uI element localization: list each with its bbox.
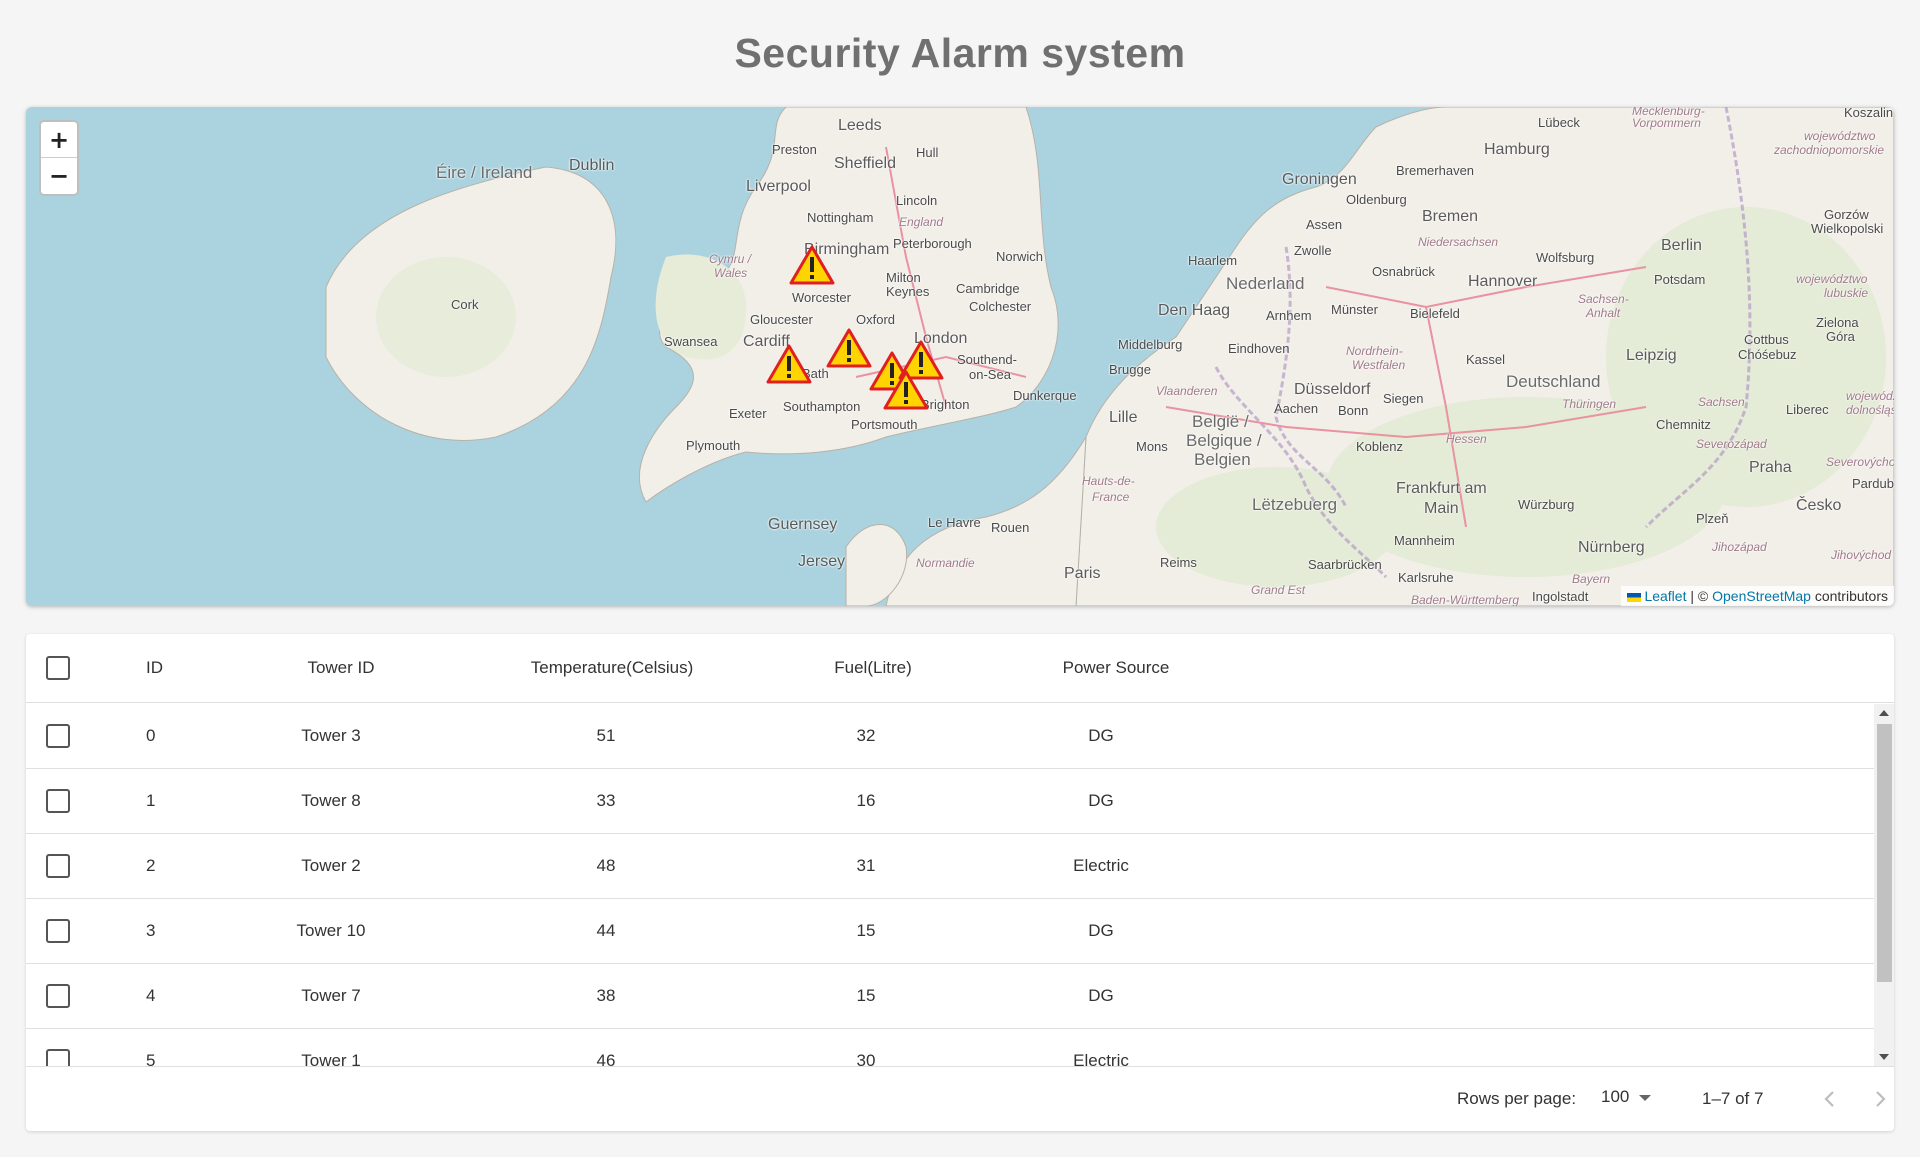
cell-id: 4 xyxy=(146,986,156,1005)
cell-id: 2 xyxy=(146,856,156,875)
zoom-out-button[interactable]: − xyxy=(41,158,77,194)
table-body[interactable]: 0 Tower 3 51 32 DG 1 Tower 8 33 16 DG 2 … xyxy=(26,704,1874,1066)
header-tower-id[interactable]: Tower ID xyxy=(266,634,416,702)
rows-per-page-label: Rows per page: xyxy=(1457,1089,1577,1108)
caret-down-icon xyxy=(1639,1094,1652,1101)
table-row[interactable]: 3 Tower 10 44 15 DG xyxy=(26,899,1874,964)
openstreetmap-link[interactable]: OpenStreetMap xyxy=(1712,588,1811,604)
cell-temperature: 38 xyxy=(596,986,616,1005)
cell-tower-id: Tower 2 xyxy=(301,856,361,875)
table-row[interactable]: 4 Tower 7 38 15 DG xyxy=(26,964,1874,1029)
header-power-source[interactable]: Power Source xyxy=(1016,634,1216,702)
alarm-map[interactable]: Leeds Dublin Éire / Ireland Preston Shef… xyxy=(26,107,1894,606)
row-checkbox[interactable] xyxy=(46,789,70,813)
attribution-contributors: contributors xyxy=(1810,588,1888,604)
cell-fuel: 15 xyxy=(856,986,876,1005)
row-checkbox[interactable] xyxy=(46,854,70,878)
rows-per-page-select[interactable]: 100 xyxy=(1601,1087,1652,1107)
chevron-right-icon[interactable] xyxy=(1866,1085,1894,1113)
cell-temperature: 44 xyxy=(596,921,616,940)
row-checkbox[interactable] xyxy=(46,984,70,1008)
scrollbar-thumb[interactable] xyxy=(1877,724,1892,982)
warning-triangle-icon[interactable] xyxy=(789,244,835,286)
cell-power-source: Electric xyxy=(1073,856,1129,875)
alarm-table: ID Tower ID Temperature(Celsius) Fuel(Li… xyxy=(26,634,1894,1131)
cell-id: 1 xyxy=(146,791,156,810)
cell-temperature: 48 xyxy=(596,856,616,875)
cell-tower-id: Tower 10 xyxy=(296,921,366,940)
cell-power-source: Electric xyxy=(1073,1051,1129,1066)
page-info: 1–7 of 7 xyxy=(1702,1089,1764,1108)
table-scrollbar[interactable] xyxy=(1874,704,1894,1066)
table-pagination: Rows per page: 100 1–7 of 7 xyxy=(26,1066,1894,1131)
zoom-control: + − xyxy=(39,120,79,196)
cell-power-source: DG xyxy=(1088,726,1114,745)
cell-temperature: 51 xyxy=(596,726,616,745)
table-row[interactable]: 2 Tower 2 48 31 Electric xyxy=(26,834,1874,899)
scroll-down-arrow-icon[interactable] xyxy=(1879,1054,1889,1060)
ukraine-flag-icon xyxy=(1627,592,1642,602)
cell-power-source: DG xyxy=(1088,791,1114,810)
cell-power-source: DG xyxy=(1088,986,1114,1005)
leaflet-link[interactable]: Leaflet xyxy=(1644,588,1686,604)
cell-tower-id: Tower 7 xyxy=(301,986,361,1005)
cell-fuel: 16 xyxy=(856,791,876,810)
cell-temperature: 46 xyxy=(596,1051,616,1066)
attribution-separator: | © xyxy=(1686,588,1713,604)
row-checkbox[interactable] xyxy=(46,724,70,748)
cell-id: 5 xyxy=(146,1051,156,1066)
table-row[interactable]: 5 Tower 1 46 30 Electric xyxy=(26,1029,1874,1066)
cell-tower-id: Tower 3 xyxy=(301,726,361,745)
map-attribution: Leaflet | © OpenStreetMap contributors xyxy=(1621,586,1894,606)
table-row[interactable]: 0 Tower 3 51 32 DG xyxy=(26,704,1874,769)
cell-temperature: 33 xyxy=(596,791,616,810)
cell-fuel: 31 xyxy=(856,856,876,875)
cell-fuel: 32 xyxy=(856,726,876,745)
cell-tower-id: Tower 8 xyxy=(301,791,361,810)
cell-power-source: DG xyxy=(1088,921,1114,940)
header-temperature[interactable]: Temperature(Celsius) xyxy=(492,634,732,702)
select-all-checkbox[interactable] xyxy=(46,656,70,680)
header-fuel[interactable]: Fuel(Litre) xyxy=(773,634,973,702)
cell-id: 3 xyxy=(146,921,156,940)
table-header: ID Tower ID Temperature(Celsius) Fuel(Li… xyxy=(26,634,1894,703)
rows-per-page-value: 100 xyxy=(1601,1087,1630,1106)
cell-fuel: 30 xyxy=(856,1051,876,1066)
cell-fuel: 15 xyxy=(856,921,876,940)
zoom-in-button[interactable]: + xyxy=(41,122,77,158)
header-id[interactable]: ID xyxy=(146,634,163,702)
row-checkbox[interactable] xyxy=(46,919,70,943)
chevron-left-icon[interactable] xyxy=(1816,1085,1844,1113)
table-row[interactable]: 1 Tower 8 33 16 DG xyxy=(26,769,1874,834)
scroll-up-arrow-icon[interactable] xyxy=(1879,710,1889,716)
map-tiles xyxy=(325,107,1894,606)
warning-triangle-icon[interactable] xyxy=(766,343,812,385)
warning-triangle-icon[interactable] xyxy=(883,369,929,411)
cell-id: 0 xyxy=(146,726,156,745)
row-checkbox[interactable] xyxy=(46,1049,70,1066)
warning-triangle-icon[interactable] xyxy=(826,327,872,369)
page-title: Security Alarm system xyxy=(734,30,1186,76)
cell-tower-id: Tower 1 xyxy=(301,1051,361,1066)
